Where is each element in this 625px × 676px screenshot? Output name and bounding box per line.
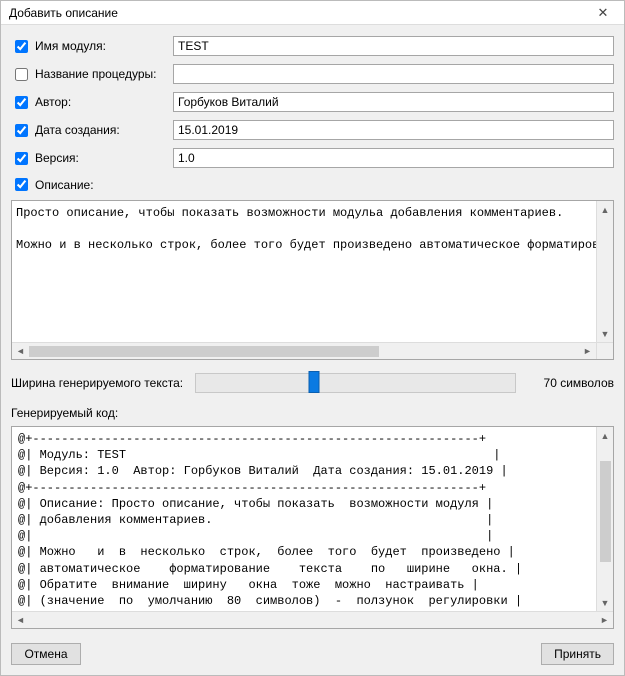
width-slider-thumb[interactable] xyxy=(309,371,320,393)
dialog-window: Добавить описание ✕ Имя модуля: Название… xyxy=(0,0,625,676)
width-slider-value: 70 символов xyxy=(528,376,614,390)
description-text-content: Просто описание, чтобы показать возможно… xyxy=(12,201,613,359)
procedure-checkbox[interactable] xyxy=(15,68,28,81)
date-checkbox[interactable] xyxy=(15,124,28,137)
dialog-content: Имя модуля: Название процедуры: Автор: Д… xyxy=(1,25,624,635)
version-input[interactable] xyxy=(173,148,614,168)
cancel-button[interactable]: Отмена xyxy=(11,643,81,665)
dialog-footer: Отмена Принять xyxy=(1,635,624,675)
author-input[interactable] xyxy=(173,92,614,112)
accept-button[interactable]: Принять xyxy=(541,643,614,665)
description-vertical-scrollbar[interactable]: ▲ ▼ xyxy=(596,201,613,342)
version-checkbox[interactable] xyxy=(15,152,28,165)
row-date: Дата создания: xyxy=(11,119,614,141)
generated-code-text: @+--------------------------------------… xyxy=(12,427,613,611)
scroll-right-icon[interactable]: ► xyxy=(579,344,596,359)
row-procedure: Название процедуры: xyxy=(11,63,614,85)
row-version: Версия: xyxy=(11,147,614,169)
scroll-left-icon[interactable]: ◄ xyxy=(12,344,29,359)
row-module: Имя модуля: xyxy=(11,35,614,57)
generated-code-area: @+--------------------------------------… xyxy=(11,426,614,629)
procedure-label: Название процедуры: xyxy=(35,67,156,81)
description-horizontal-scrollbar[interactable]: ◄ ► xyxy=(12,342,596,359)
module-checkbox[interactable] xyxy=(15,40,28,53)
scroll-down-icon[interactable]: ▼ xyxy=(598,325,613,342)
generated-code-label: Генерируемый код: xyxy=(11,406,614,420)
module-label: Имя модуля: xyxy=(35,39,106,53)
date-input[interactable] xyxy=(173,120,614,140)
width-slider-row: Ширина генерируемого текста: 70 символов xyxy=(11,370,614,396)
code-horizontal-scrollbar[interactable]: ◄ ► xyxy=(12,611,613,628)
module-input[interactable] xyxy=(173,36,614,56)
row-description-label: Описание: xyxy=(11,175,614,194)
description-textarea[interactable]: Просто описание, чтобы показать возможно… xyxy=(11,200,614,360)
date-label-cell: Дата создания: xyxy=(11,121,167,140)
date-label: Дата создания: xyxy=(35,123,120,137)
description-label: Описание: xyxy=(35,178,94,192)
module-label-cell: Имя модуля: xyxy=(11,37,167,56)
procedure-input[interactable] xyxy=(173,64,614,84)
code-vertical-scrollbar[interactable]: ▲ ▼ xyxy=(596,427,613,611)
description-label-cell: Описание: xyxy=(11,175,167,194)
code-scroll-down-icon[interactable]: ▼ xyxy=(598,594,613,611)
author-label-cell: Автор: xyxy=(11,93,167,112)
version-label: Версия: xyxy=(35,151,79,165)
author-checkbox[interactable] xyxy=(15,96,28,109)
scroll-corner xyxy=(596,342,613,359)
code-scroll-right-icon[interactable]: ► xyxy=(596,613,613,628)
code-scroll-left-icon[interactable]: ◄ xyxy=(12,613,29,628)
titlebar: Добавить описание ✕ xyxy=(1,1,624,25)
window-title: Добавить описание xyxy=(9,6,118,20)
width-slider[interactable] xyxy=(195,373,516,393)
author-label: Автор: xyxy=(35,95,71,109)
width-slider-label: Ширина генерируемого текста: xyxy=(11,376,183,390)
hscroll-thumb[interactable] xyxy=(29,346,379,357)
description-checkbox[interactable] xyxy=(15,178,28,191)
row-author: Автор: xyxy=(11,91,614,113)
code-vscroll-thumb[interactable] xyxy=(600,461,611,562)
scroll-up-icon[interactable]: ▲ xyxy=(598,201,613,218)
close-icon[interactable]: ✕ xyxy=(588,3,618,23)
version-label-cell: Версия: xyxy=(11,149,167,168)
code-scroll-up-icon[interactable]: ▲ xyxy=(598,427,613,444)
procedure-label-cell: Название процедуры: xyxy=(11,65,167,84)
